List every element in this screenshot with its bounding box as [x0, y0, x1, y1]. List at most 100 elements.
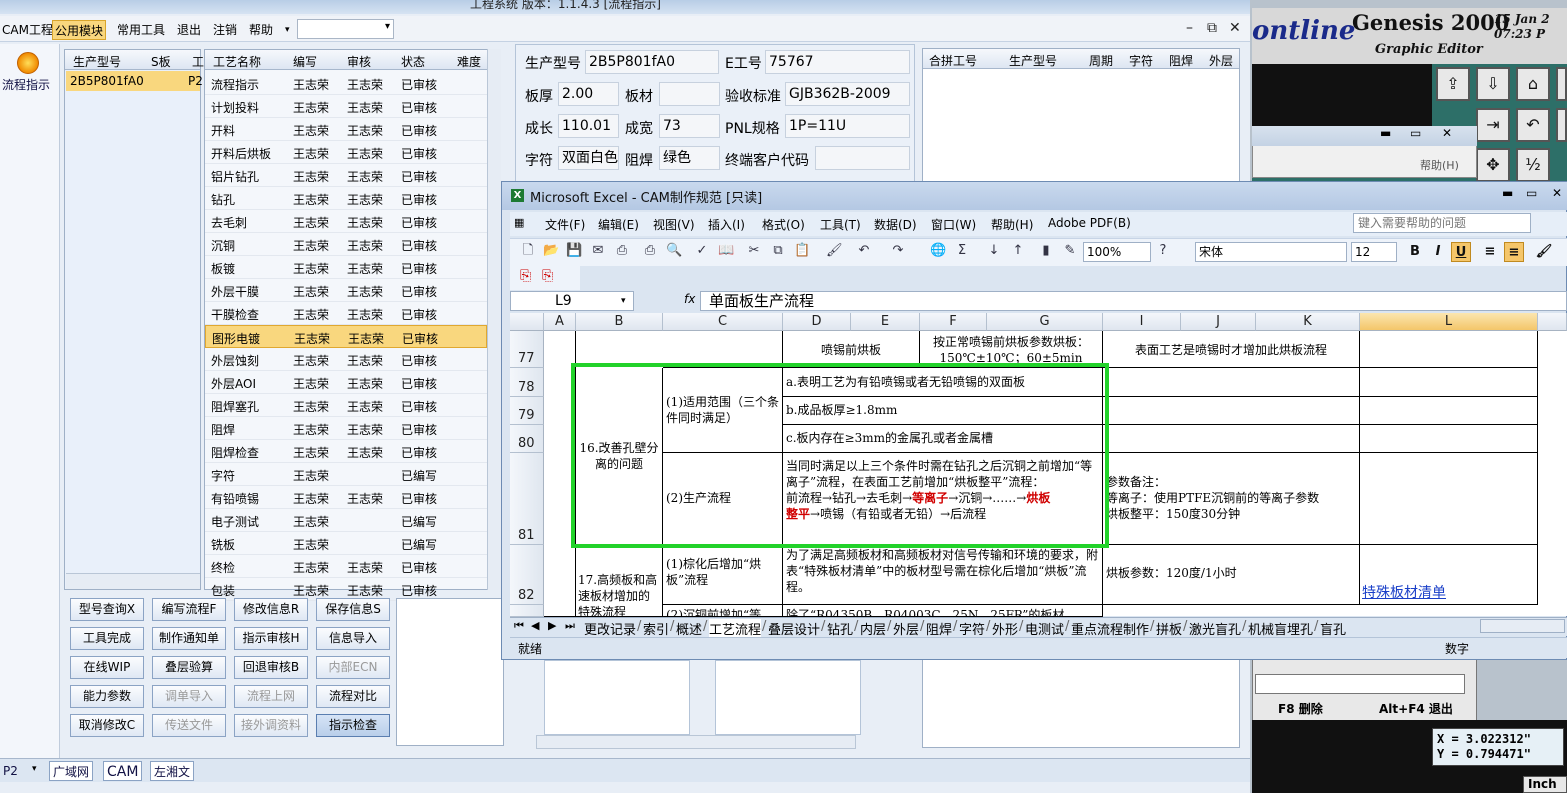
cell-d77[interactable]: 喷锡前烘板: [783, 331, 920, 368]
cell-i80[interactable]: [1103, 425, 1360, 453]
xl-menu-file[interactable]: 文件(F): [545, 216, 585, 233]
sheet-tab[interactable]: 钻孔: [827, 619, 853, 638]
col-header-l[interactable]: L: [1360, 313, 1538, 331]
col-header-c[interactable]: C: [663, 313, 783, 331]
sheet-tab[interactable]: 重点流程制作: [1071, 619, 1149, 638]
first-sheet-icon[interactable]: ⏮: [514, 619, 524, 633]
col-period[interactable]: 周期: [1089, 52, 1113, 69]
cell-b82[interactable]: 17.高频板和高速板材增加的特殊流程: [576, 545, 663, 617]
col-header-a[interactable]: A: [544, 313, 576, 331]
sheet-hscroll[interactable]: [1480, 619, 1565, 633]
product-row[interactable]: 2B5P801fA0 P2: [66, 71, 203, 91]
pdf-email-icon[interactable]: ⎘: [542, 268, 553, 284]
cell-i79[interactable]: [1103, 397, 1360, 425]
export-icon[interactable]: ⇪: [1436, 67, 1470, 101]
process-row[interactable]: 计划投料 王志荣 王志荣 已审核: [205, 95, 487, 118]
action-button[interactable]: 信息导入: [316, 627, 390, 650]
format-painter-icon[interactable]: 🖌: [826, 243, 843, 259]
cell-l79[interactable]: [1360, 397, 1538, 425]
memo-box-2[interactable]: [715, 660, 861, 735]
f8-delete[interactable]: F8 删除: [1278, 700, 1323, 717]
process-row[interactable]: 干膜检查 王志荣 王志荣 已审核: [205, 302, 487, 325]
cell-d82[interactable]: 为了满足高频板材和高频板材对信号传输和环境的要求，附表“特殊板材清单”中的板材型…: [783, 545, 1103, 605]
action-button[interactable]: 调单导入: [152, 685, 226, 708]
process-row[interactable]: 外层AOI 王志荣 王志荣 已审核: [205, 371, 487, 394]
undo-xl-icon[interactable]: ↶: [856, 243, 872, 259]
save-icon[interactable]: 💾: [566, 243, 582, 259]
action-button[interactable]: 取消修改C: [70, 714, 144, 737]
row-header-82[interactable]: 82: [510, 545, 544, 605]
action-button[interactable]: 流程上网: [234, 685, 308, 708]
cell-c83[interactable]: (2)沉铜前增加“等: [663, 605, 783, 617]
col-mask[interactable]: 阻焊: [1169, 52, 1193, 69]
prev-sheet-icon[interactable]: ◀: [531, 619, 539, 632]
sheet-tab[interactable]: 内层: [860, 619, 886, 638]
memo-box-1[interactable]: [544, 660, 690, 735]
width-field[interactable]: 73: [659, 114, 720, 138]
action-button[interactable]: 制作通知单: [152, 627, 226, 650]
action-button[interactable]: 能力参数: [70, 685, 144, 708]
chart-wizard-icon[interactable]: ▮: [1038, 243, 1054, 259]
pdf-convert-icon[interactable]: ⎘: [520, 268, 531, 284]
col-char[interactable]: 字符: [1129, 52, 1153, 69]
col-status[interactable]: 状态: [401, 53, 425, 70]
pan-icon[interactable]: ✥: [1476, 148, 1510, 182]
name-box[interactable]: L9: [510, 291, 634, 311]
action-button[interactable]: 叠层验算: [152, 656, 226, 679]
scale-icon[interactable]: ½: [1516, 148, 1550, 182]
xl-menu-window[interactable]: 窗口(W): [931, 216, 976, 233]
sub-restore-icon[interactable]: ▭: [1410, 126, 1421, 140]
italic-icon[interactable]: I: [1428, 242, 1448, 262]
cell-i81[interactable]: 参数备注： 等离子：使用PTFE沉铜前的等离子参数 烘板整平：150度30分钟: [1103, 453, 1360, 545]
cell-c78-scope[interactable]: (1)适用范围（三个条件同时满足）: [663, 368, 783, 453]
cell-b78-group[interactable]: 16.改善孔壁分离的问题: [576, 368, 663, 545]
cell-i82[interactable]: 烘板参数：120度/1小时: [1103, 545, 1360, 605]
cell-f77[interactable]: 按正常喷锡前烘板参数烘板：150℃±10℃；60±5min: [920, 331, 1103, 368]
genesis-combo[interactable]: [1255, 674, 1465, 694]
cell-d80[interactable]: c.板内存在≥3mm的金属孔或者金属槽: [783, 425, 1103, 453]
col-header-k[interactable]: K: [1256, 313, 1360, 331]
zoom-select[interactable]: 100%: [1083, 242, 1151, 262]
xl-menu-edit[interactable]: 编辑(E): [598, 216, 639, 233]
col-reviewer[interactable]: 审核: [347, 53, 371, 70]
cell-l81[interactable]: [1360, 453, 1538, 545]
move-icon[interactable]: ⇥: [1476, 108, 1510, 142]
sheet-tab[interactable]: 工艺流程: [709, 619, 762, 638]
cut-icon[interactable]: ✂: [746, 243, 762, 259]
fx-icon[interactable]: fx: [684, 292, 695, 306]
process-row[interactable]: 去毛刺 王志荣 王志荣 已审核: [205, 210, 487, 233]
row-header-78[interactable]: 78: [510, 368, 544, 397]
cell-a-col[interactable]: [544, 331, 576, 545]
col-process-name[interactable]: 工艺名称: [213, 53, 261, 70]
home-icon[interactable]: ⌂: [1516, 67, 1550, 101]
sheet-tab[interactable]: 更改记录: [584, 619, 636, 638]
new-icon[interactable]: 🗋: [520, 243, 536, 259]
copy-icon[interactable]: ⧉: [770, 243, 786, 259]
menu-public-module[interactable]: 公用模块: [52, 20, 107, 40]
sheet-tab[interactable]: 激光盲孔: [1189, 619, 1241, 638]
font-select[interactable]: 宋体: [1195, 242, 1347, 262]
process-row[interactable]: 外层蚀刻 王志荣 王志荣 已审核: [205, 348, 487, 371]
excel-restore-icon[interactable]: ▭: [1526, 186, 1537, 200]
module-combo[interactable]: [297, 19, 394, 39]
process-row[interactable]: 阻焊 王志荣 王志荣 已审核: [205, 417, 487, 440]
redo-icon[interactable]: ↷: [890, 243, 906, 259]
info-hscroll[interactable]: [536, 735, 856, 749]
customer-field[interactable]: [815, 146, 910, 170]
paste-icon[interactable]: 📋: [794, 243, 810, 259]
minimize-icon[interactable]: –: [1186, 20, 1193, 36]
process-row[interactable]: 铣板 王志荣 已编写: [205, 532, 487, 555]
autosum-icon[interactable]: Σ: [954, 243, 970, 259]
col-difficulty[interactable]: 难度: [457, 53, 481, 70]
menu-help[interactable]: 帮助: [247, 20, 275, 40]
underline-icon[interactable]: U: [1451, 242, 1471, 262]
length-field[interactable]: 110.01: [558, 114, 619, 138]
cell-l78[interactable]: [1360, 368, 1538, 397]
e-no-field[interactable]: 75767: [765, 50, 910, 74]
sub-minimize-icon[interactable]: ▬: [1380, 126, 1391, 140]
process-row[interactable]: 板镀 王志荣 王志荣 已审核: [205, 256, 487, 279]
action-button[interactable]: 流程对比: [316, 685, 390, 708]
next-sheet-icon[interactable]: ▶: [548, 619, 556, 632]
menu-cam[interactable]: CAM工程: [0, 20, 55, 40]
bold-icon[interactable]: B: [1405, 242, 1425, 262]
